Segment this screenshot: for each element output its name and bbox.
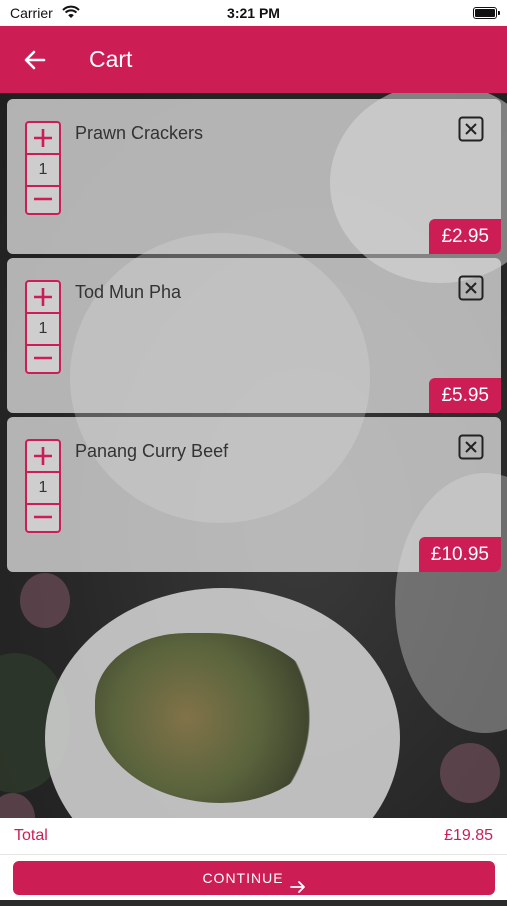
battery-icon xyxy=(473,7,500,19)
status-bar: Carrier 3:21 PM xyxy=(0,0,507,26)
quantity-value: 1 xyxy=(27,471,59,505)
checkout-footer: Total £19.85 CONTINUE xyxy=(0,818,507,900)
divider xyxy=(0,854,507,855)
quantity-stepper: 1 xyxy=(25,280,61,374)
clock-time: 3:21 PM xyxy=(227,5,280,21)
item-price-badge: £2.95 xyxy=(429,219,501,254)
arrow-right-icon xyxy=(289,872,306,894)
item-price-badge: £10.95 xyxy=(418,537,501,572)
remove-item-icon[interactable] xyxy=(458,116,484,142)
back-arrow-icon[interactable] xyxy=(22,47,48,73)
decrease-quantity-button[interactable] xyxy=(27,344,59,374)
continue-button[interactable]: CONTINUE xyxy=(13,861,495,895)
item-name: Tod Mun Pha xyxy=(75,282,182,302)
total-label: Total xyxy=(14,827,48,844)
quantity-stepper: 1 xyxy=(25,121,61,215)
quantity-value: 1 xyxy=(27,312,59,346)
app-header: Cart xyxy=(0,26,507,93)
increase-quantity-button[interactable] xyxy=(27,282,59,312)
decrease-quantity-button[interactable] xyxy=(27,503,59,533)
remove-item-icon[interactable] xyxy=(458,434,484,460)
item-name: Prawn Crackers xyxy=(75,123,204,143)
cart-item: 1 Panang Curry Beef £10.95 xyxy=(7,417,501,572)
cart-item: 1 Prawn Crackers £2.95 xyxy=(7,99,501,254)
decrease-quantity-button[interactable] xyxy=(27,185,59,215)
continue-label: CONTINUE xyxy=(202,870,284,886)
total-value: £19.85 xyxy=(444,827,493,844)
item-name: Panang Curry Beef xyxy=(75,441,229,461)
quantity-stepper: 1 xyxy=(25,439,61,533)
increase-quantity-button[interactable] xyxy=(27,123,59,153)
remove-item-icon[interactable] xyxy=(458,275,484,301)
quantity-value: 1 xyxy=(27,153,59,187)
page-title: Cart xyxy=(89,46,133,72)
increase-quantity-button[interactable] xyxy=(27,441,59,471)
cart-list: 1 Prawn Crackers £2.95 1 Tod Mun Pha £5.… xyxy=(7,99,501,576)
item-price-badge: £5.95 xyxy=(429,378,501,413)
cart-item: 1 Tod Mun Pha £5.95 xyxy=(7,258,501,413)
